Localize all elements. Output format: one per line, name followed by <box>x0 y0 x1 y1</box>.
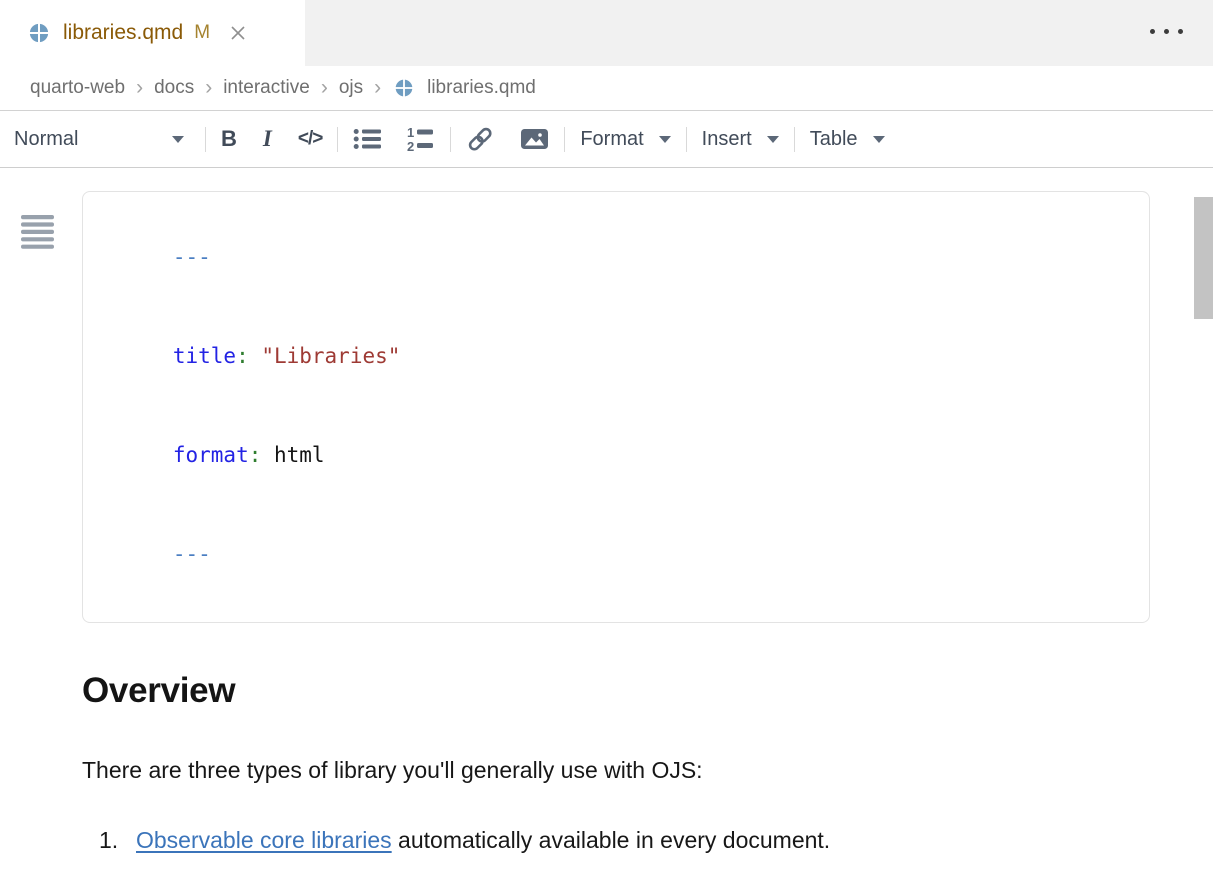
tab-libraries-qmd[interactable]: libraries.qmd M <box>0 0 305 66</box>
chevron-right-icon: › <box>374 76 381 100</box>
modified-badge: M <box>194 22 210 44</box>
vertical-scrollbar[interactable] <box>1194 197 1213 319</box>
chevron-down-icon <box>659 136 671 143</box>
link-observable-core-libraries[interactable]: Observable core libraries <box>136 827 392 853</box>
breadcrumb-item-interactive[interactable]: interactive <box>223 77 310 99</box>
formatting-toolbar: Normal B I </> 1 2 <box>0 111 1213 168</box>
quarto-file-icon <box>28 22 50 44</box>
more-actions-button[interactable] <box>1150 29 1183 34</box>
numbered-list: 1. Observable core libraries automatical… <box>82 823 1213 889</box>
section-heading: Overview <box>82 671 1213 711</box>
yaml-format-line: format:html <box>97 406 1129 505</box>
tab-strip: libraries.qmd M <box>0 0 1213 66</box>
numbered-list-button[interactable]: 1 2 <box>407 126 435 152</box>
link-icon <box>466 126 494 152</box>
yaml-delimiter-top: --- <box>97 208 1129 307</box>
insert-image-button[interactable] <box>520 127 549 151</box>
image-icon <box>520 127 549 151</box>
intro-paragraph: There are three types of library you'll … <box>82 755 1213 785</box>
block-drag-handle-icon[interactable] <box>21 215 54 251</box>
insert-menu-label: Insert <box>702 128 752 151</box>
table-menu-label: Table <box>810 128 858 151</box>
breadcrumb-item-file[interactable]: libraries.qmd <box>427 77 536 99</box>
table-menu-button[interactable]: Table <box>810 128 885 151</box>
italic-button[interactable]: I <box>263 126 272 152</box>
svg-text:1: 1 <box>407 126 414 140</box>
toolbar-separator <box>450 127 451 152</box>
quarto-file-icon <box>394 78 414 98</box>
breadcrumb-item-ojs[interactable]: ojs <box>339 77 363 99</box>
list-marker: 1. <box>99 823 129 857</box>
chevron-down-icon <box>172 136 184 143</box>
chevron-right-icon: › <box>205 76 212 100</box>
code-button[interactable]: </> <box>298 128 322 150</box>
list-item: 1. Observable core libraries automatical… <box>82 823 1213 857</box>
toolbar-separator <box>337 127 338 152</box>
breadcrumb-item-quarto-web[interactable]: quarto-web <box>30 77 125 99</box>
chevron-down-icon <box>767 136 779 143</box>
bulleted-list-icon <box>353 127 381 151</box>
italic-icon: I <box>263 126 272 152</box>
paragraph-style-value: Normal <box>14 128 78 151</box>
yaml-title-line: title:"Libraries" <box>97 307 1129 406</box>
yaml-delimiter-bottom: --- <box>97 505 1129 604</box>
chevron-right-icon: › <box>136 76 143 100</box>
chevron-down-icon <box>873 136 885 143</box>
format-menu-button[interactable]: Format <box>580 128 670 151</box>
tab-title: libraries.qmd <box>63 21 183 45</box>
ellipsis-icon <box>1150 29 1155 34</box>
toolbar-separator <box>205 127 206 152</box>
yaml-front-matter-block[interactable]: --- title:"Libraries" format:html --- <box>82 191 1150 623</box>
insert-menu-button[interactable]: Insert <box>702 128 779 151</box>
list-item-text: automatically available in every documen… <box>392 827 831 853</box>
close-tab-button[interactable] <box>229 24 247 42</box>
toolbar-separator <box>564 127 565 152</box>
toolbar-separator <box>794 127 795 152</box>
breadcrumb: quarto-web › docs › interactive › ojs › … <box>0 66 1213 111</box>
insert-link-button[interactable] <box>466 126 494 152</box>
bold-button[interactable]: B <box>221 126 237 152</box>
code-icon: </> <box>298 128 322 150</box>
toolbar-separator <box>686 127 687 152</box>
numbered-list-icon: 1 2 <box>407 126 435 152</box>
bulleted-list-button[interactable] <box>353 127 381 151</box>
close-icon <box>229 24 247 42</box>
svg-text:2: 2 <box>407 139 414 152</box>
bold-icon: B <box>221 126 237 152</box>
visual-editor-canvas[interactable]: --- title:"Libraries" format:html --- Ov… <box>0 191 1213 889</box>
chevron-right-icon: › <box>321 76 328 100</box>
format-menu-label: Format <box>580 128 643 151</box>
breadcrumb-item-docs[interactable]: docs <box>154 77 194 99</box>
paragraph-style-select[interactable]: Normal <box>12 128 190 151</box>
